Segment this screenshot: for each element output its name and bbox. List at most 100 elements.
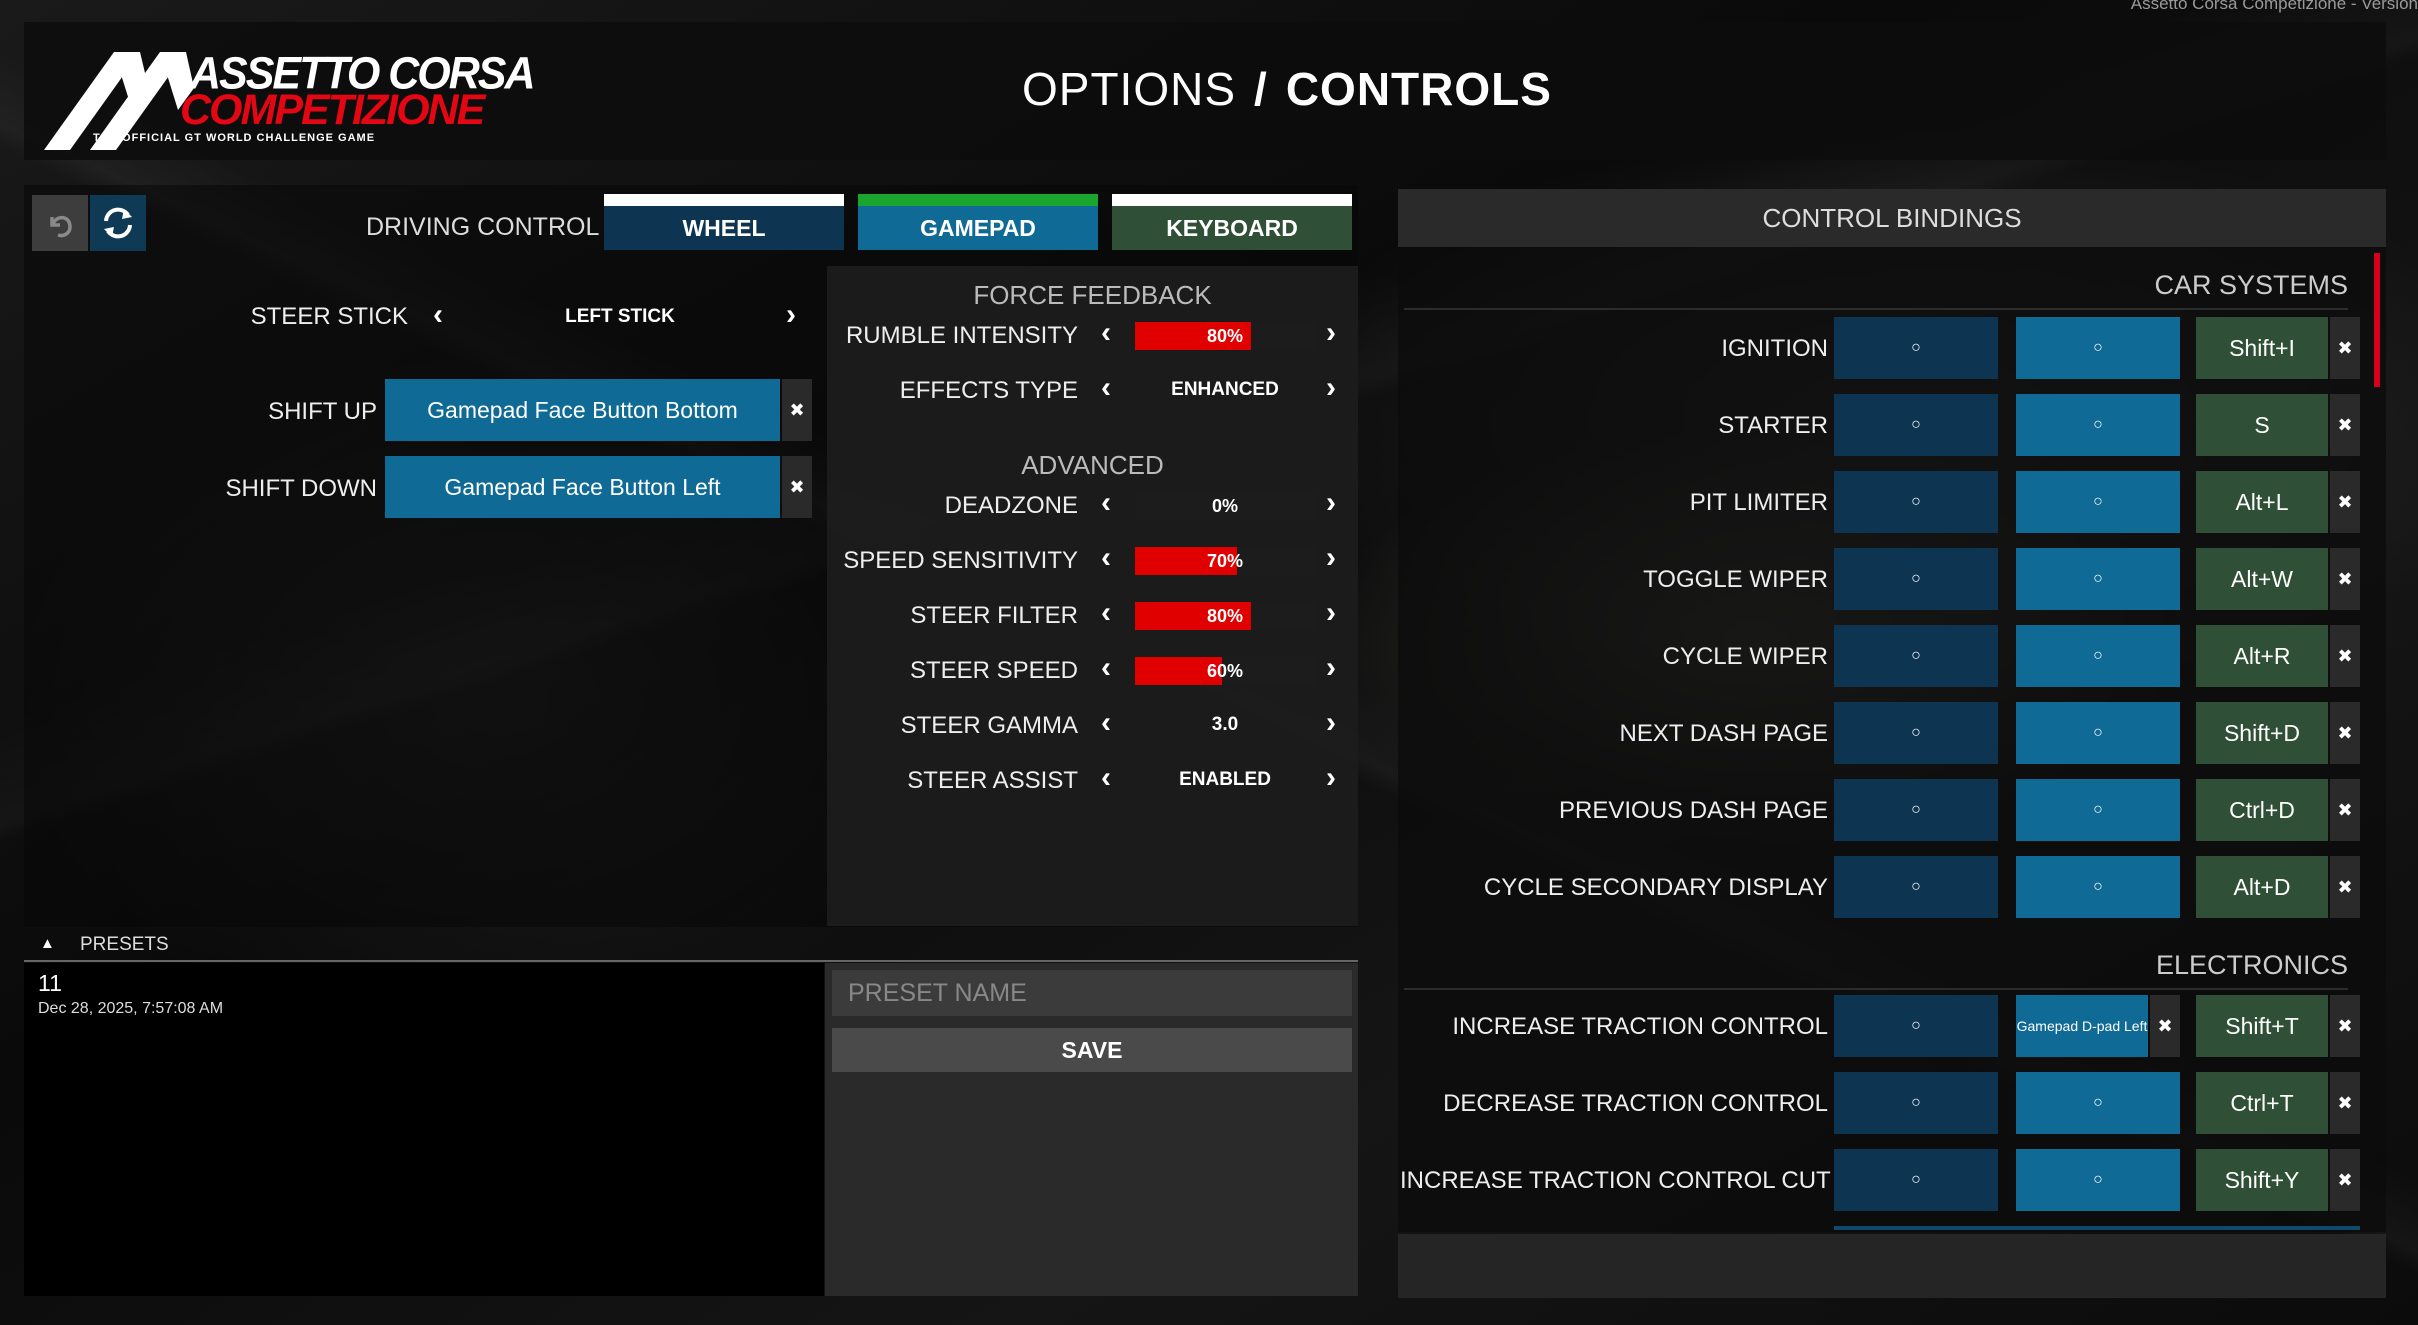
advanced-row-value: 3.0 [1211,714,1239,735]
advanced-row-label: STEER ASSIST [907,767,1078,794]
keyboard-binding-button[interactable]: Ctrl+D [2196,779,2328,841]
tab-gamepad[interactable]: GAMEPAD [858,194,1098,250]
scrollbar-thumb[interactable] [2374,253,2380,387]
advanced-row-next-button[interactable]: › [1326,651,1336,685]
ff-row-label: EFFECTS TYPE [899,377,1078,404]
gamepad-binding-button[interactable]: ○ [2016,471,2180,533]
keyboard-binding-button[interactable]: Alt+L [2196,471,2328,533]
shift-down-binding-button[interactable]: Gamepad Face Button Left [385,456,780,518]
keyboard-binding-clear-button[interactable]: ✖ [2330,1072,2360,1134]
keyboard-binding-clear-button[interactable]: ✖ [2330,471,2360,533]
advanced-row-label: STEER GAMMA [900,712,1078,739]
keyboard-binding-clear-button[interactable]: ✖ [2330,625,2360,687]
gamepad-binding-button[interactable]: ○ [2016,625,2180,687]
presets-bar[interactable] [24,924,1358,962]
preset-item-name[interactable]: 11 [38,970,62,997]
gamepad-binding-button[interactable]: ○ [2016,394,2180,456]
reload-button[interactable] [90,195,146,251]
driving-control-label: DRIVING CONTROL [366,213,600,241]
page-title-page: CONTROLS [1285,63,1552,115]
advanced-row-next-button[interactable]: › [1326,541,1336,575]
ff-row-label: RUMBLE INTENSITY [845,322,1078,349]
keyboard-binding-button[interactable]: Alt+R [2196,625,2328,687]
keyboard-binding-clear-button[interactable]: ✖ [2330,779,2360,841]
wheel-binding-button[interactable]: ○ [1834,779,1998,841]
preset-name-input[interactable] [832,970,1352,1016]
shift-up-binding-button[interactable]: Gamepad Face Button Bottom [385,379,780,441]
gamepad-binding-button[interactable]: ○ [2016,702,2180,764]
wheel-binding-button[interactable]: ○ [1834,856,1998,918]
binding-row-partial [1834,1226,2360,1230]
advanced-row-prev-button[interactable]: ‹ [1101,761,1111,795]
ff-row-next-button[interactable]: › [1326,316,1336,350]
keyboard-binding-clear-button[interactable]: ✖ [2330,995,2360,1057]
wheel-binding-button[interactable]: ○ [1834,1072,1998,1134]
wheel-binding-button[interactable]: ○ [1834,548,1998,610]
control-bindings-footer [1398,1234,2386,1298]
wheel-binding-button[interactable]: ○ [1834,471,1998,533]
ff-row-next-button[interactable]: › [1326,371,1336,405]
keyboard-binding-button[interactable]: Alt+D [2196,856,2328,918]
advanced-row-prev-button[interactable]: ‹ [1101,486,1111,520]
advanced-row-slider[interactable]: 60% [1135,657,1315,685]
save-button[interactable]: SAVE [832,1028,1352,1072]
gamepad-binding-button[interactable]: ○ [2016,1149,2180,1211]
keyboard-binding-clear-button[interactable]: ✖ [2330,702,2360,764]
keyboard-binding-button[interactable]: Shift+I [2196,317,2328,379]
gamepad-binding-button[interactable]: Gamepad D-pad Left [2016,995,2148,1057]
wheel-binding-button[interactable]: ○ [1834,625,1998,687]
force-feedback-panel [827,266,1358,926]
advanced-row-prev-button[interactable]: ‹ [1101,651,1111,685]
wheel-binding-button[interactable]: ○ [1834,317,1998,379]
keyboard-binding-clear-button[interactable]: ✖ [2330,856,2360,918]
shift-down-clear-button[interactable]: ✖ [782,456,812,518]
steer-stick-prev-button[interactable]: ‹ [433,298,443,332]
collapse-triangle-icon[interactable]: ▲ [40,935,55,952]
gamepad-binding-button[interactable]: ○ [2016,1072,2180,1134]
ff-row-prev-button[interactable]: ‹ [1101,371,1111,405]
ff-row-value: 80% [1206,325,1244,346]
advanced-row-prev-button[interactable]: ‹ [1101,541,1111,575]
ff-row-value: ENHANCED [1171,379,1279,400]
binding-label: PREVIOUS DASH PAGE [1559,797,1828,824]
steer-stick-next-button[interactable]: › [786,298,796,332]
advanced-row-slider[interactable]: 0% [1135,492,1315,520]
keyboard-binding-button[interactable]: Shift+T [2196,995,2328,1057]
keyboard-binding-clear-button[interactable]: ✖ [2330,1149,2360,1211]
advanced-row-prev-button[interactable]: ‹ [1101,596,1111,630]
wheel-binding-button[interactable]: ○ [1834,1149,1998,1211]
shift-up-label: SHIFT UP [268,398,377,425]
advanced-row-next-button[interactable]: › [1326,596,1336,630]
undo-button[interactable] [32,195,88,251]
gamepad-binding-button[interactable]: ○ [2016,317,2180,379]
steer-stick-value: LEFT STICK [565,306,675,327]
keyboard-binding-button[interactable]: Shift+Y [2196,1149,2328,1211]
ff-row-slider[interactable]: 80% [1135,322,1315,350]
keyboard-binding-button[interactable]: Ctrl+T [2196,1072,2328,1134]
gamepad-binding-clear-button[interactable]: ✖ [2150,995,2180,1057]
keyboard-binding-clear-button[interactable]: ✖ [2330,394,2360,456]
section-title: CAR SYSTEMS [2154,270,2348,300]
keyboard-binding-clear-button[interactable]: ✖ [2330,317,2360,379]
logo-subtitle: COMPETIZIONE [180,86,485,134]
advanced-row-next-button[interactable]: › [1326,761,1336,795]
keyboard-binding-button[interactable]: S [2196,394,2328,456]
tab-wheel[interactable]: WHEEL [604,194,844,250]
wheel-binding-button[interactable]: ○ [1834,995,1998,1057]
advanced-row-slider[interactable]: 80% [1135,602,1315,630]
advanced-row-prev-button[interactable]: ‹ [1101,706,1111,740]
advanced-row-next-button[interactable]: › [1326,706,1336,740]
advanced-row-next-button[interactable]: › [1326,486,1336,520]
tab-keyboard[interactable]: KEYBOARD [1112,194,1352,250]
keyboard-binding-button[interactable]: Alt+W [2196,548,2328,610]
gamepad-binding-button[interactable]: ○ [2016,779,2180,841]
gamepad-binding-button[interactable]: ○ [2016,856,2180,918]
wheel-binding-button[interactable]: ○ [1834,394,1998,456]
gamepad-binding-button[interactable]: ○ [2016,548,2180,610]
keyboard-binding-button[interactable]: Shift+D [2196,702,2328,764]
shift-up-clear-button[interactable]: ✖ [782,379,812,441]
keyboard-binding-clear-button[interactable]: ✖ [2330,548,2360,610]
advanced-row-slider[interactable]: 70% [1135,547,1315,575]
ff-row-prev-button[interactable]: ‹ [1101,316,1111,350]
wheel-binding-button[interactable]: ○ [1834,702,1998,764]
